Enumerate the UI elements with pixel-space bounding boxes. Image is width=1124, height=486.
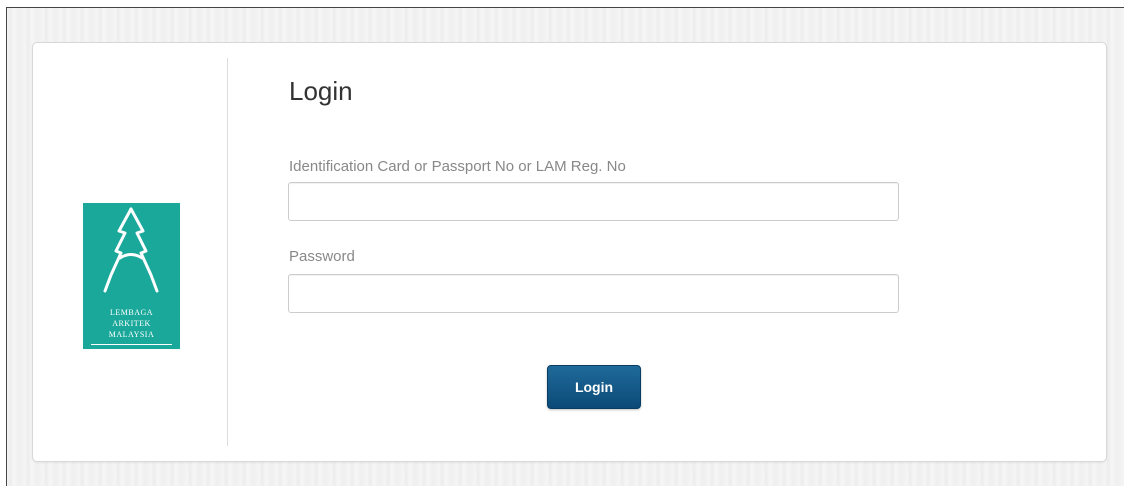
logo-underline (91, 344, 172, 345)
password-field-label: Password (289, 248, 355, 265)
logo-panel: LEMBAGA ARKITEK MALAYSIA (33, 43, 227, 461)
id-input[interactable] (288, 182, 899, 221)
logo-text-line-3: MALAYSIA (108, 330, 155, 339)
login-card: LEMBAGA ARKITEK MALAYSIA Login Identific… (32, 42, 1107, 462)
vertical-divider (227, 58, 228, 446)
logo-text-line-2: ARKITEK (112, 319, 151, 328)
password-input[interactable] (288, 274, 899, 313)
logo-text-line-1: LEMBAGA (109, 308, 154, 317)
id-field-label: Identification Card or Passport No or LA… (289, 158, 626, 175)
login-button[interactable]: Login (547, 365, 641, 409)
lembaga-arkitek-malaysia-logo: LEMBAGA ARKITEK MALAYSIA (83, 203, 180, 349)
form-title: Login (289, 76, 353, 106)
